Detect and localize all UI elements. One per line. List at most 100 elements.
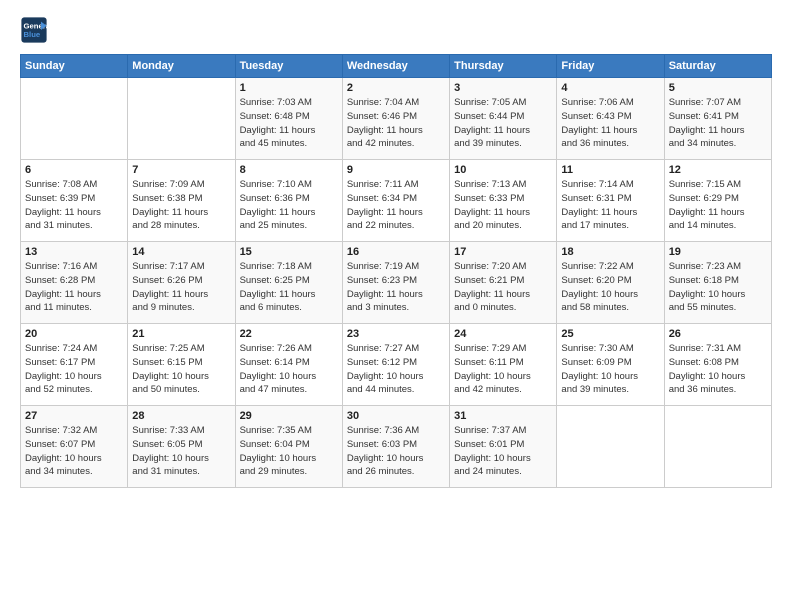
day-number: 19 xyxy=(669,246,767,258)
calendar-cell: 24 Sunrise: 7:29 AM Sunset: 6:11 PM Dayli… xyxy=(450,324,557,406)
weekday-header-sunday: Sunday xyxy=(21,55,128,78)
day-info: Sunrise: 7:26 AM Sunset: 6:14 PM Dayligh… xyxy=(240,342,338,397)
day-info: Sunrise: 7:06 AM Sunset: 6:43 PM Dayligh… xyxy=(561,96,659,151)
day-info: Sunrise: 7:19 AM Sunset: 6:23 PM Dayligh… xyxy=(347,260,445,315)
calendar-cell: 9 Sunrise: 7:11 AM Sunset: 6:34 PM Daylig… xyxy=(342,160,449,242)
week-row-0: 1 Sunrise: 7:03 AM Sunset: 6:48 PM Daylig… xyxy=(21,78,772,160)
week-row-1: 6 Sunrise: 7:08 AM Sunset: 6:39 PM Daylig… xyxy=(21,160,772,242)
calendar-cell: 17 Sunrise: 7:20 AM Sunset: 6:21 PM Dayli… xyxy=(450,242,557,324)
calendar-cell: 23 Sunrise: 7:27 AM Sunset: 6:12 PM Dayli… xyxy=(342,324,449,406)
day-number: 27 xyxy=(25,410,123,422)
day-info: Sunrise: 7:13 AM Sunset: 6:33 PM Dayligh… xyxy=(454,178,552,233)
day-info: Sunrise: 7:03 AM Sunset: 6:48 PM Dayligh… xyxy=(240,96,338,151)
day-number: 22 xyxy=(240,328,338,340)
calendar-cell: 6 Sunrise: 7:08 AM Sunset: 6:39 PM Daylig… xyxy=(21,160,128,242)
weekday-header-wednesday: Wednesday xyxy=(342,55,449,78)
calendar-cell: 14Sunrise: 7:17 AM Sunset: 6:26 PM Dayli… xyxy=(128,242,235,324)
day-info: Sunrise: 7:29 AM Sunset: 6:11 PM Dayligh… xyxy=(454,342,552,397)
day-number: 24 xyxy=(454,328,552,340)
calendar-cell: 31Sunrise: 7:37 AM Sunset: 6:01 PM Dayli… xyxy=(450,406,557,488)
day-info: Sunrise: 7:25 AM Sunset: 6:15 PM Dayligh… xyxy=(132,342,230,397)
calendar-cell: 16Sunrise: 7:19 AM Sunset: 6:23 PM Dayli… xyxy=(342,242,449,324)
day-number: 5 xyxy=(669,82,767,94)
day-number: 12 xyxy=(669,164,767,176)
week-row-3: 20Sunrise: 7:24 AM Sunset: 6:17 PM Dayli… xyxy=(21,324,772,406)
calendar-cell: 7 Sunrise: 7:09 AM Sunset: 6:38 PM Daylig… xyxy=(128,160,235,242)
day-info: Sunrise: 7:35 AM Sunset: 6:04 PM Dayligh… xyxy=(240,424,338,479)
svg-text:Blue: Blue xyxy=(24,30,41,39)
day-number: 6 xyxy=(25,164,123,176)
calendar-cell: 19 Sunrise: 7:23 AM Sunset: 6:18 PM Dayli… xyxy=(664,242,771,324)
day-number: 20 xyxy=(25,328,123,340)
day-number: 18 xyxy=(561,246,659,258)
day-number: 17 xyxy=(454,246,552,258)
calendar-cell: 27 Sunrise: 7:32 AM Sunset: 6:07 PM Dayli… xyxy=(21,406,128,488)
day-info: Sunrise: 7:23 AM Sunset: 6:18 PM Dayligh… xyxy=(669,260,767,315)
day-info: Sunrise: 7:14 AM Sunset: 6:31 PM Dayligh… xyxy=(561,178,659,233)
logo: General Blue xyxy=(20,16,48,44)
calendar-cell: 5Sunrise: 7:07 AM Sunset: 6:41 PM Daylig… xyxy=(664,78,771,160)
calendar-cell: 13 Sunrise: 7:16 AM Sunset: 6:28 PM Dayli… xyxy=(21,242,128,324)
calendar-cell: 4 Sunrise: 7:06 AM Sunset: 6:43 PM Daylig… xyxy=(557,78,664,160)
day-info: Sunrise: 7:22 AM Sunset: 6:20 PM Dayligh… xyxy=(561,260,659,315)
header: General Blue xyxy=(20,16,772,44)
calendar-cell: 28 Sunrise: 7:33 AM Sunset: 6:05 PM Dayli… xyxy=(128,406,235,488)
day-number: 9 xyxy=(347,164,445,176)
day-info: Sunrise: 7:32 AM Sunset: 6:07 PM Dayligh… xyxy=(25,424,123,479)
day-info: Sunrise: 7:17 AM Sunset: 6:26 PM Dayligh… xyxy=(132,260,230,315)
page: General Blue SundayMondayTuesdayWednesda… xyxy=(0,0,792,612)
calendar-cell: 25 Sunrise: 7:30 AM Sunset: 6:09 PM Dayli… xyxy=(557,324,664,406)
day-number: 30 xyxy=(347,410,445,422)
weekday-header-row: SundayMondayTuesdayWednesdayThursdayFrid… xyxy=(21,55,772,78)
day-info: Sunrise: 7:27 AM Sunset: 6:12 PM Dayligh… xyxy=(347,342,445,397)
day-info: Sunrise: 7:05 AM Sunset: 6:44 PM Dayligh… xyxy=(454,96,552,151)
day-info: Sunrise: 7:10 AM Sunset: 6:36 PM Dayligh… xyxy=(240,178,338,233)
day-info: Sunrise: 7:04 AM Sunset: 6:46 PM Dayligh… xyxy=(347,96,445,151)
week-row-2: 13 Sunrise: 7:16 AM Sunset: 6:28 PM Dayli… xyxy=(21,242,772,324)
day-info: Sunrise: 7:09 AM Sunset: 6:38 PM Dayligh… xyxy=(132,178,230,233)
weekday-header-friday: Friday xyxy=(557,55,664,78)
day-info: Sunrise: 7:33 AM Sunset: 6:05 PM Dayligh… xyxy=(132,424,230,479)
calendar-cell xyxy=(21,78,128,160)
calendar-cell: 3 Sunrise: 7:05 AM Sunset: 6:44 PM Daylig… xyxy=(450,78,557,160)
day-info: Sunrise: 7:15 AM Sunset: 6:29 PM Dayligh… xyxy=(669,178,767,233)
day-number: 13 xyxy=(25,246,123,258)
day-info: Sunrise: 7:37 AM Sunset: 6:01 PM Dayligh… xyxy=(454,424,552,479)
calendar-cell: 26Sunrise: 7:31 AM Sunset: 6:08 PM Dayli… xyxy=(664,324,771,406)
day-number: 23 xyxy=(347,328,445,340)
day-info: Sunrise: 7:08 AM Sunset: 6:39 PM Dayligh… xyxy=(25,178,123,233)
day-number: 7 xyxy=(132,164,230,176)
weekday-header-tuesday: Tuesday xyxy=(235,55,342,78)
weekday-header-monday: Monday xyxy=(128,55,235,78)
calendar-cell: 20Sunrise: 7:24 AM Sunset: 6:17 PM Dayli… xyxy=(21,324,128,406)
weekday-header-saturday: Saturday xyxy=(664,55,771,78)
calendar-cell: 2Sunrise: 7:04 AM Sunset: 6:46 PM Daylig… xyxy=(342,78,449,160)
day-info: Sunrise: 7:30 AM Sunset: 6:09 PM Dayligh… xyxy=(561,342,659,397)
day-number: 3 xyxy=(454,82,552,94)
calendar-cell: 10 Sunrise: 7:13 AM Sunset: 6:33 PM Dayli… xyxy=(450,160,557,242)
calendar-cell: 22 Sunrise: 7:26 AM Sunset: 6:14 PM Dayli… xyxy=(235,324,342,406)
day-number: 4 xyxy=(561,82,659,94)
calendar-cell: 15Sunrise: 7:18 AM Sunset: 6:25 PM Dayli… xyxy=(235,242,342,324)
day-number: 28 xyxy=(132,410,230,422)
day-number: 26 xyxy=(669,328,767,340)
day-number: 11 xyxy=(561,164,659,176)
day-number: 29 xyxy=(240,410,338,422)
calendar-cell xyxy=(557,406,664,488)
day-info: Sunrise: 7:20 AM Sunset: 6:21 PM Dayligh… xyxy=(454,260,552,315)
day-number: 25 xyxy=(561,328,659,340)
calendar-cell: 8 Sunrise: 7:10 AM Sunset: 6:36 PM Daylig… xyxy=(235,160,342,242)
week-row-4: 27 Sunrise: 7:32 AM Sunset: 6:07 PM Dayli… xyxy=(21,406,772,488)
day-number: 8 xyxy=(240,164,338,176)
calendar-cell: 29 Sunrise: 7:35 AM Sunset: 6:04 PM Dayli… xyxy=(235,406,342,488)
calendar-table: SundayMondayTuesdayWednesdayThursdayFrid… xyxy=(20,54,772,488)
calendar-cell: 1 Sunrise: 7:03 AM Sunset: 6:48 PM Daylig… xyxy=(235,78,342,160)
day-info: Sunrise: 7:16 AM Sunset: 6:28 PM Dayligh… xyxy=(25,260,123,315)
day-number: 1 xyxy=(240,82,338,94)
day-info: Sunrise: 7:11 AM Sunset: 6:34 PM Dayligh… xyxy=(347,178,445,233)
day-number: 15 xyxy=(240,246,338,258)
weekday-header-thursday: Thursday xyxy=(450,55,557,78)
day-info: Sunrise: 7:36 AM Sunset: 6:03 PM Dayligh… xyxy=(347,424,445,479)
day-number: 10 xyxy=(454,164,552,176)
calendar-cell: 30 Sunrise: 7:36 AM Sunset: 6:03 PM Dayli… xyxy=(342,406,449,488)
